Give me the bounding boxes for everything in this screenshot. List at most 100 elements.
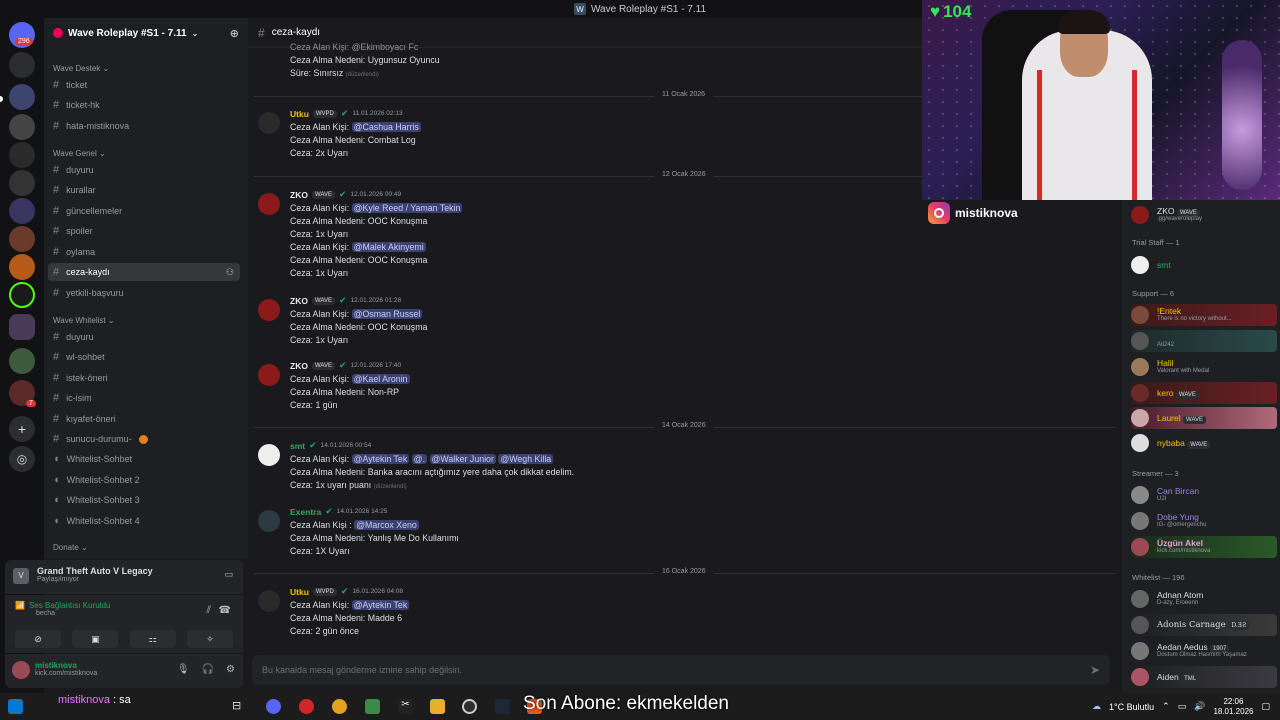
category-donate[interactable]: Donate ⌄ xyxy=(53,543,88,552)
avatar[interactable] xyxy=(258,193,280,215)
server-icon[interactable] xyxy=(9,226,35,252)
channel-whitelist-sohbet-3[interactable]: ◖ Whitelist-Sohbet 3 xyxy=(48,491,240,509)
user-mention[interactable]: @Osman Russel xyxy=(351,309,423,319)
activities-button[interactable]: ⚏ xyxy=(129,630,176,648)
channel-ticket-hk[interactable]: # ticket-hk xyxy=(48,96,240,114)
server-folder-icon[interactable] xyxy=(9,314,35,340)
start-icon[interactable] xyxy=(8,699,23,714)
server-icon[interactable] xyxy=(9,52,35,78)
channel-ceza-kaydi[interactable]: # ceza-kaydı ⚇ xyxy=(48,263,240,281)
channel-whitelist-sohbet-4[interactable]: ◖ Whitelist-Sohbet 4 xyxy=(48,512,240,530)
file-explorer-icon[interactable] xyxy=(430,699,445,714)
server-icon[interactable] xyxy=(9,142,35,168)
user-panel[interactable]: mistiknova kick.com/mistiknova 🎙 🎧 ⚙ xyxy=(5,654,243,688)
network-icon[interactable]: ▭ xyxy=(1178,701,1187,712)
category-wave-destek[interactable]: Wave Destek ⌄ xyxy=(53,64,109,73)
category-wave-genel[interactable]: Wave Genel ⌄ xyxy=(53,149,106,158)
member-item[interactable]: Ati242 xyxy=(1131,330,1277,352)
avatar[interactable] xyxy=(258,510,280,532)
channel-spoiler[interactable]: # spoiler xyxy=(48,222,240,240)
author-name[interactable]: Utku xyxy=(290,109,309,119)
weather-text[interactable]: 1°C Bulutlu xyxy=(1109,702,1154,712)
channel-ic-isim[interactable]: # ic-isim xyxy=(48,389,240,407)
channel-wl-sohbet[interactable]: # wl-sohbet xyxy=(48,348,240,366)
avatar[interactable] xyxy=(258,590,280,612)
headphones-icon[interactable]: 🎧 xyxy=(202,664,214,675)
member-item[interactable]: smt xyxy=(1131,254,1277,276)
app-icon[interactable] xyxy=(365,699,380,714)
user-mention[interactable]: @Aytekin Tek xyxy=(351,454,410,464)
channel-duyuru[interactable]: # duyuru xyxy=(48,161,240,179)
member-item[interactable]: Aedan Aedus 1907 Dostum Olmaz Hasmım Yaş… xyxy=(1131,640,1277,662)
channel-hata-mistiknova[interactable]: # hata-mistiknova xyxy=(48,117,240,135)
server-icon[interactable] xyxy=(9,198,35,224)
avatar[interactable] xyxy=(258,299,280,321)
author-name[interactable]: Exentra xyxy=(290,507,321,517)
channel-whitelist-sohbet-2[interactable]: ◖ Whitelist-Sohbet 2 xyxy=(48,471,240,489)
author-name[interactable]: ZKO xyxy=(290,190,308,200)
server-icon[interactable] xyxy=(9,348,35,374)
user-mention[interactable]: @Kael Aronin xyxy=(351,374,410,384)
capcut-icon[interactable]: ✂ xyxy=(398,699,413,714)
chrome-icon[interactable] xyxy=(332,699,347,714)
user-mention[interactable]: @. xyxy=(411,454,428,464)
member-item[interactable]: Adonis Carnage D.ƎƧ xyxy=(1131,614,1277,636)
channel-istek-oneri[interactable]: # istek-öneri xyxy=(48,369,240,387)
add-user-icon[interactable]: ⚇ xyxy=(226,267,234,278)
channel-whitelist-sohbet[interactable]: ◖ Whitelist-Sohbet xyxy=(48,450,240,468)
server-icon[interactable] xyxy=(9,84,35,110)
member-item[interactable]: ZKO WAVE .gg/waveroleplay xyxy=(1131,204,1277,226)
notification-icon[interactable]: ▢ xyxy=(1261,701,1270,712)
steam-icon[interactable] xyxy=(495,699,510,714)
gear-icon[interactable]: ⚙ xyxy=(226,664,235,675)
clock[interactable]: 22:06 18.01.2026 xyxy=(1213,697,1253,717)
author-name[interactable]: Utku xyxy=(290,587,309,597)
channel-sunucu-durumu[interactable]: # sunucu-durumu- xyxy=(48,430,240,448)
opera-icon[interactable] xyxy=(299,699,314,714)
member-item[interactable]: Can Bircan U2I xyxy=(1131,484,1277,506)
channel-ticket[interactable]: # ticket xyxy=(48,76,240,94)
add-member-icon[interactable]: ⊕ xyxy=(230,27,239,40)
avatar[interactable] xyxy=(12,661,30,679)
member-item[interactable]: Üzgün Akel kick.com/mistiknova xyxy=(1131,536,1277,558)
member-item[interactable]: Dobe Yung IG- @omergenchu xyxy=(1131,510,1277,532)
channel-oylama[interactable]: # oylama xyxy=(48,243,240,261)
user-mention[interactable]: @Wegh Killa xyxy=(498,454,554,464)
stream-icon[interactable]: ▭ xyxy=(224,569,233,580)
category-wave-whitelist[interactable]: Wave Whitelist ⌄ xyxy=(53,316,115,325)
channel-kiyafet-oneri[interactable]: # kıyafet-öneri xyxy=(48,410,240,428)
member-item[interactable]: !Entek There is no victory without... xyxy=(1131,304,1277,326)
member-item[interactable]: Halil Valorant with Medal xyxy=(1131,356,1277,378)
server-icon[interactable] xyxy=(9,114,35,140)
mic-icon[interactable]: 🎙 xyxy=(177,664,190,675)
camera-button[interactable]: ⊘ xyxy=(15,630,61,648)
channel-kurallar[interactable]: # kurallar xyxy=(48,181,240,199)
volume-icon[interactable]: 🔊 xyxy=(1194,701,1205,712)
obs-icon[interactable] xyxy=(462,699,477,714)
member-item[interactable]: kero WAVE xyxy=(1131,382,1277,404)
member-item[interactable]: Aiden TML xyxy=(1131,666,1277,688)
user-mention[interactable]: @Aytekin Tek xyxy=(351,600,410,610)
server-icon[interactable] xyxy=(9,254,35,280)
author-name[interactable]: ZKO xyxy=(290,361,308,371)
author-name[interactable]: smt xyxy=(290,441,305,451)
channel-yetkili-basvuru[interactable]: # yetkili-başvuru xyxy=(48,284,240,302)
member-item[interactable]: nybaba WAVE xyxy=(1131,432,1277,454)
avatar[interactable] xyxy=(258,364,280,386)
author-name[interactable]: ZKO xyxy=(290,296,308,306)
avatar[interactable] xyxy=(258,444,280,466)
user-mention[interactable]: @Malek Akinyemi xyxy=(351,242,426,252)
message-input[interactable]: Bu kanalda mesaj gönderme iznine sahip d… xyxy=(252,655,1110,685)
member-item[interactable]: Adnan Atom D-azy, Eroeenn xyxy=(1131,588,1277,610)
channel-wl-duyuru[interactable]: # duyuru xyxy=(48,328,240,346)
channel-guncellemeler[interactable]: # güncellemeler xyxy=(48,202,240,220)
discord-taskbar-icon[interactable] xyxy=(266,699,281,714)
noise-suppression-icon[interactable]: ⫽ xyxy=(207,605,211,616)
kick-server-icon[interactable] xyxy=(9,282,35,308)
task-view-icon[interactable]: ⊟ xyxy=(232,699,247,714)
disconnect-icon[interactable]: ☎ xyxy=(219,605,231,616)
user-mention[interactable]: @Kyle Reed / Yaman Tekin xyxy=(351,203,463,213)
explore-icon[interactable]: ◎ xyxy=(9,446,35,472)
server-header[interactable]: Wave Roleplay #S1 - 7.11 ⌄ ⊕ xyxy=(44,18,248,48)
chevron-up-icon[interactable]: ⌃ xyxy=(1162,701,1170,712)
